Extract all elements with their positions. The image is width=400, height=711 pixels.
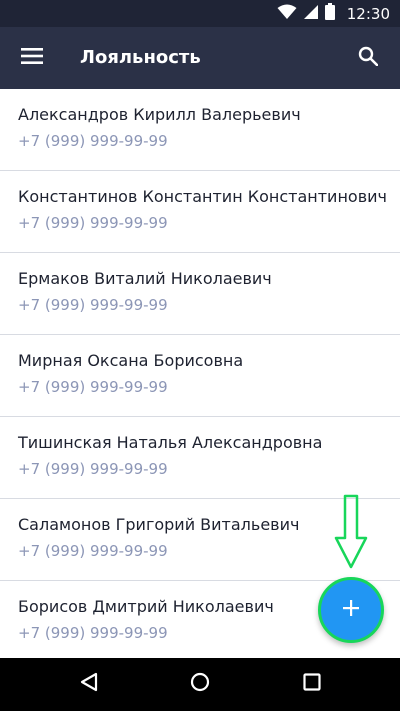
app-bar: Лояльность [0,27,400,89]
signal-icon [303,4,319,24]
contact-name: Ермаков Виталий Николаевич [18,269,272,288]
wifi-icon [277,4,297,24]
contact-phone: +7 (999) 999-99-99 [18,542,168,560]
list-item[interactable]: Константинов Константин Константинович +… [0,171,400,253]
battery-icon [324,3,335,24]
search-button[interactable] [346,36,390,80]
contact-phone: +7 (999) 999-99-99 [18,132,168,150]
add-contact-button[interactable] [318,577,384,643]
plus-icon [343,600,359,620]
system-nav-bar [0,658,400,711]
contact-phone: +7 (999) 999-99-99 [18,296,168,314]
page-title: Лояльность [80,47,201,68]
home-icon [190,672,210,696]
home-button[interactable] [178,664,222,704]
contact-name: Александров Кирилл Валерьевич [18,105,301,124]
back-button[interactable] [67,664,111,704]
back-icon [80,672,98,696]
contact-name: Саламонов Григорий Витальевич [18,515,300,534]
contact-name: Константинов Константин Константинович [18,187,387,206]
recents-button[interactable] [290,664,334,704]
contact-phone: +7 (999) 999-99-99 [18,378,168,396]
list-item[interactable]: Александров Кирилл Валерьевич +7 (999) 9… [0,89,400,171]
list-item[interactable]: Ермаков Виталий Николаевич +7 (999) 999-… [0,253,400,335]
arrow-down-icon [334,494,368,574]
search-icon [358,46,379,70]
menu-button[interactable] [10,36,54,80]
contact-phone: +7 (999) 999-99-99 [18,214,168,232]
contact-name: Мирная Оксана Борисовна [18,351,244,370]
list-item[interactable]: Мирная Оксана Борисовна +7 (999) 999-99-… [0,335,400,417]
contact-name: Тишинская Наталья Александровна [18,433,323,452]
list-item[interactable]: Тишинская Наталья Александровна +7 (999)… [0,417,400,499]
recents-icon [303,673,321,695]
status-icons: 12:30 [277,3,390,24]
contact-phone: +7 (999) 999-99-99 [18,460,168,478]
contact-phone: +7 (999) 999-99-99 [18,624,168,642]
status-time: 12:30 [346,4,390,23]
status-bar: 12:30 [0,0,400,27]
menu-icon [21,48,43,68]
contact-name: Борисов Дмитрий Николаевич [18,597,274,616]
